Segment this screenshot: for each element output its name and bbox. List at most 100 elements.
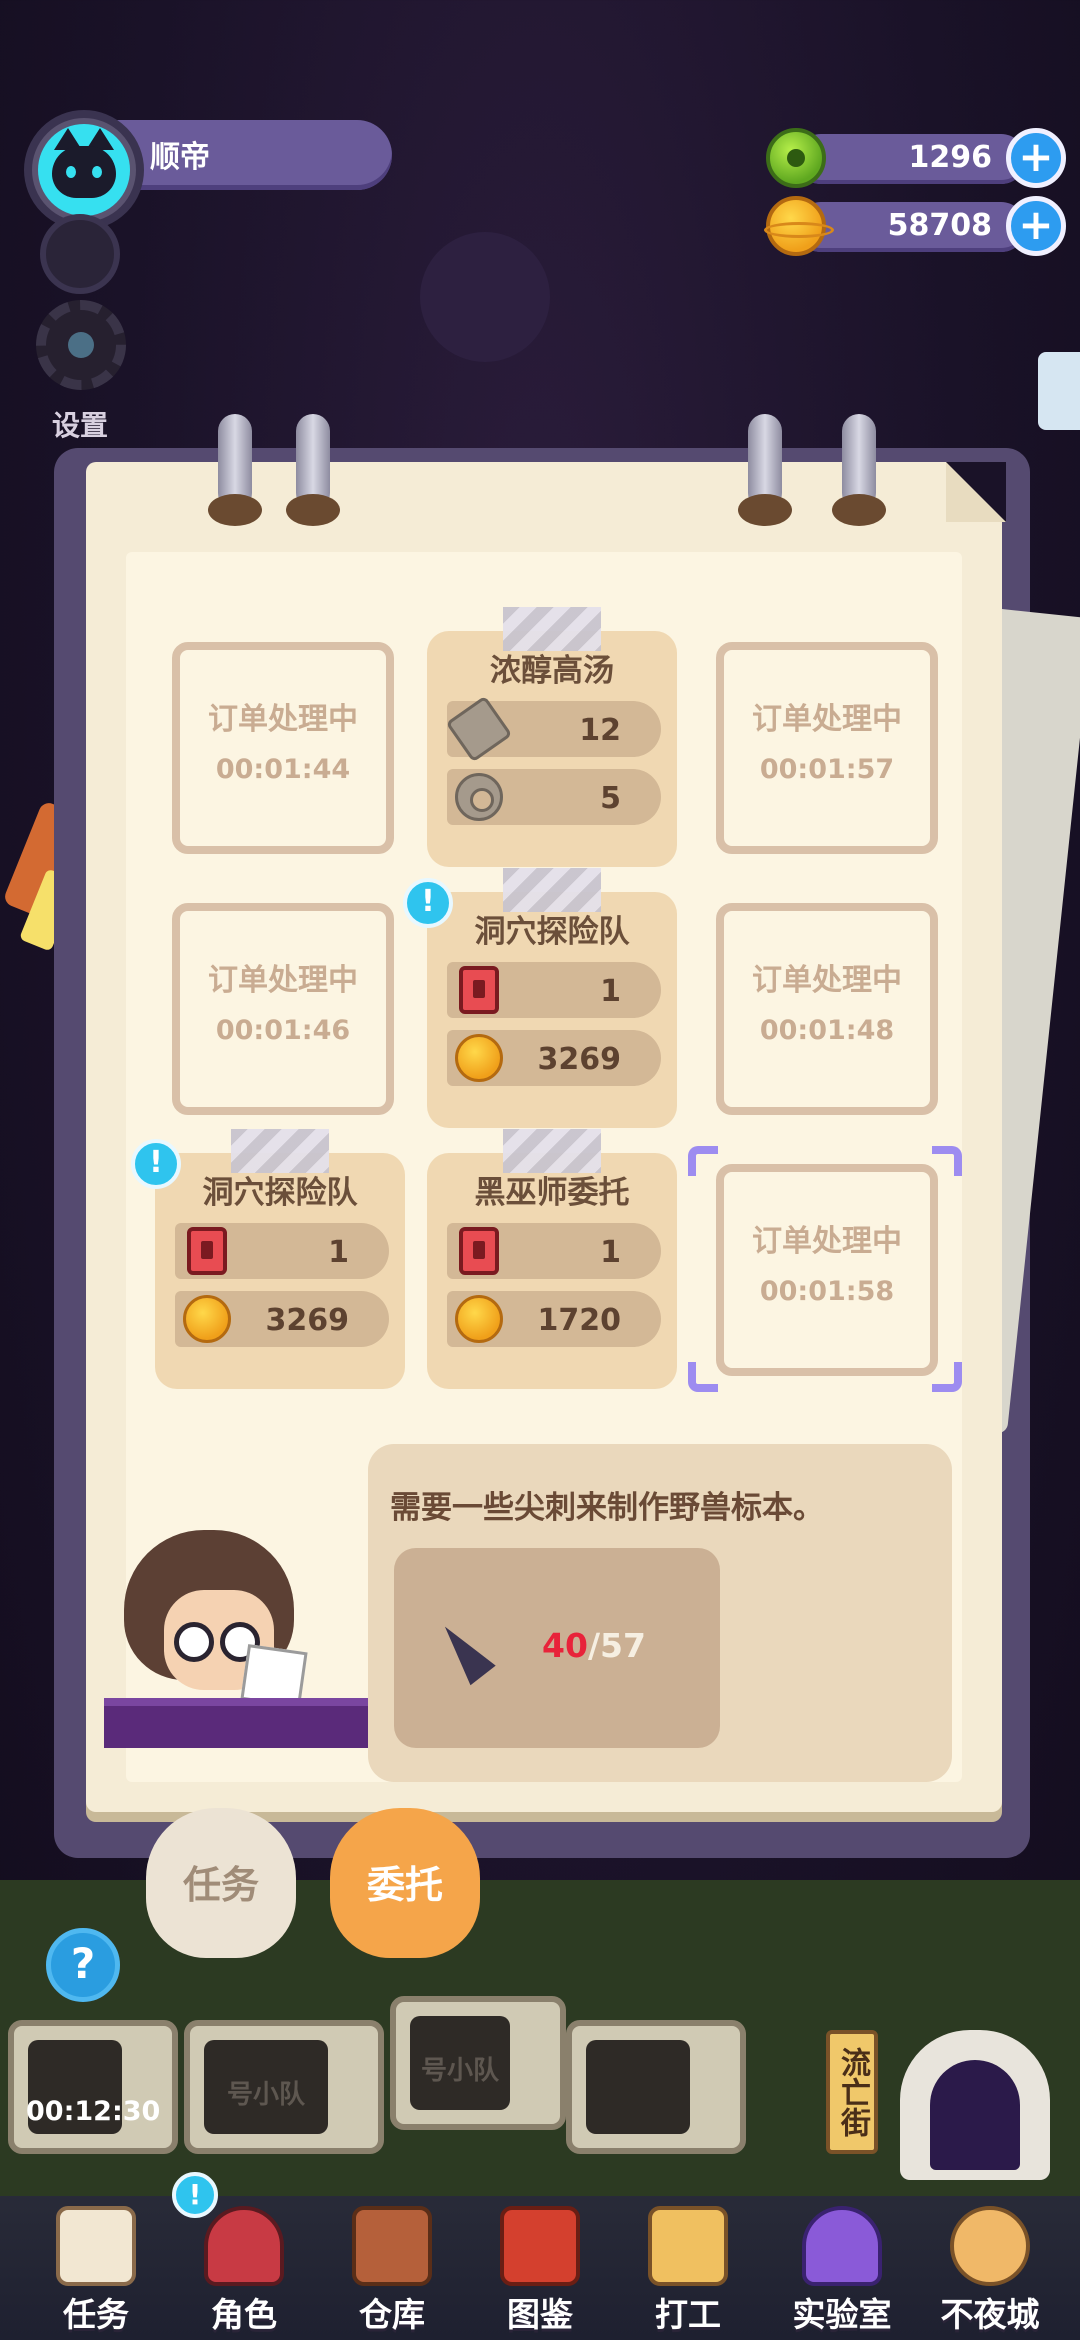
- pending-order-slot[interactable]: 订单处理中 00:01:57: [716, 642, 938, 854]
- team-slot-label: 号小队: [420, 2056, 499, 2086]
- order-title: 洞穴探险队: [474, 914, 630, 950]
- currency-gold: 58708 +: [764, 196, 1066, 256]
- gold-amount: 58708: [887, 208, 992, 243]
- help-button[interactable]: ?: [46, 1928, 120, 2002]
- work-icon: [648, 2206, 728, 2286]
- requirement-qty: 1720: [537, 1303, 622, 1338]
- binder-ring: [832, 414, 886, 526]
- order-title: 黑巫师委托: [474, 1175, 630, 1211]
- pending-timer: 00:01:46: [215, 1015, 351, 1046]
- lab-icon: [802, 2206, 882, 2286]
- currency-gear-token: 1296 +: [766, 128, 1066, 188]
- item-progress: 40/57: [542, 1626, 646, 1665]
- requirement-row: 12: [445, 695, 661, 763]
- order-card[interactable]: 黑巫师委托 1 1720: [427, 1129, 677, 1389]
- settings-label: 设置: [52, 409, 109, 442]
- requirement-row: 1720: [447, 1291, 661, 1347]
- red-card-icon: [459, 1227, 499, 1275]
- task-icon: [56, 2206, 136, 2286]
- portal-gate[interactable]: [900, 2030, 1050, 2180]
- role-icon: [204, 2206, 284, 2286]
- pending-order-slot[interactable]: 订单处理中 00:01:44: [172, 642, 394, 854]
- gold-coin-icon: [764, 196, 834, 256]
- nav-city[interactable]: 不夜城: [920, 2196, 1060, 2340]
- nut-icon: [455, 773, 503, 821]
- team-monitor[interactable]: 号小队: [390, 1996, 566, 2130]
- requirement-row: 3269: [447, 1030, 661, 1086]
- requirement-qty: 12: [579, 713, 621, 748]
- pending-label: 订单处理中: [208, 702, 358, 737]
- role-alert-icon: !: [172, 2172, 218, 2218]
- red-card-icon: [459, 966, 499, 1014]
- side-clip-decoration: [1038, 352, 1080, 430]
- bolt-icon: [445, 695, 513, 763]
- order-title: 洞穴探险队: [202, 1175, 358, 1211]
- gold-coin-icon: [455, 1295, 503, 1343]
- selection-corner: [688, 1362, 718, 1392]
- requirement-row: 3269: [175, 1291, 389, 1347]
- team-monitor[interactable]: [8, 2020, 178, 2154]
- nav-work[interactable]: 打工: [618, 2196, 758, 2340]
- requirement-qty: 1: [600, 1235, 621, 1270]
- bottom-nav: 任务 角色 仓库 图鉴 打工 实验室 不夜城: [0, 2196, 1080, 2340]
- pending-timer: 00:01:44: [215, 754, 351, 785]
- add-gear-token-button[interactable]: +: [1006, 128, 1066, 188]
- warehouse-icon: [352, 2206, 432, 2286]
- request-bubble: 需要一些尖刺来制作野兽标本。 40/57: [368, 1444, 952, 1782]
- order-card[interactable]: 浓醇高汤 12 5: [427, 607, 677, 867]
- background-orb: [420, 232, 550, 362]
- pending-timer: 00:01:48: [759, 1015, 895, 1046]
- requirement-qty: 1: [600, 974, 621, 1009]
- selection-corner: [688, 1146, 718, 1176]
- pending-label: 订单处理中: [752, 1224, 902, 1259]
- player-profile[interactable]: 顺帝: [24, 110, 392, 230]
- player-name: 顺帝: [150, 140, 210, 175]
- team-timer: 00:12:30: [26, 2096, 161, 2127]
- pending-order-slot[interactable]: 订单处理中 00:01:46: [172, 903, 394, 1115]
- city-icon: [950, 2206, 1030, 2286]
- order-card[interactable]: ! 洞穴探险队 1 3269: [403, 868, 677, 1128]
- requirement-row: 1: [447, 962, 661, 1018]
- requirement-qty: 3269: [537, 1042, 622, 1077]
- binder-ring: [286, 414, 340, 526]
- spike-icon: [432, 1616, 496, 1686]
- item-have-count: 40: [542, 1626, 588, 1665]
- locked-monitor[interactable]: [566, 2020, 746, 2154]
- binder-ring: [738, 414, 792, 526]
- pending-order-slot[interactable]: 订单处理中 00:01:48: [716, 903, 938, 1115]
- page-fold-corner: [946, 462, 1006, 522]
- add-gold-button[interactable]: +: [1006, 196, 1066, 256]
- selection-corner: [932, 1362, 962, 1392]
- item-need-count: 57: [600, 1626, 646, 1665]
- settings-gear-icon[interactable]: [36, 300, 126, 390]
- pending-label: 订单处理中: [752, 963, 902, 998]
- nav-lab[interactable]: 实验室: [772, 2196, 912, 2340]
- gold-coin-icon: [455, 1034, 503, 1082]
- pending-timer: 00:01:58: [759, 1276, 895, 1307]
- pending-order-slot-selected[interactable]: 订单处理中 00:01:58: [716, 1164, 938, 1376]
- nav-warehouse[interactable]: 仓库: [322, 2196, 462, 2340]
- nav-book[interactable]: 图鉴: [470, 2196, 610, 2340]
- requirement-row: 1: [175, 1223, 389, 1279]
- requirement-qty: 3269: [265, 1303, 350, 1338]
- street-sign[interactable]: 流亡街: [826, 2030, 878, 2154]
- avatar-frame[interactable]: [24, 110, 144, 230]
- requirement-qty: 5: [600, 781, 621, 816]
- expand-arrow-button[interactable]: [40, 214, 120, 294]
- pending-timer: 00:01:57: [759, 754, 895, 785]
- book-icon: [500, 2206, 580, 2286]
- nav-task[interactable]: 任务: [26, 2196, 166, 2340]
- required-item-slot[interactable]: 40/57: [394, 1548, 720, 1748]
- professor-character: [104, 1530, 372, 1750]
- team-monitor[interactable]: 号小队: [184, 2020, 384, 2154]
- order-card[interactable]: ! 洞穴探险队 1 3269: [131, 1129, 405, 1389]
- requirement-row: 5: [447, 769, 661, 825]
- order-title: 浓醇高汤: [490, 653, 614, 689]
- pending-label: 订单处理中: [208, 963, 358, 998]
- selection-corner: [932, 1146, 962, 1176]
- tab-task[interactable]: 任务: [146, 1808, 296, 1958]
- tab-commission[interactable]: 委托: [330, 1808, 480, 1958]
- cat-avatar-icon: [38, 124, 130, 216]
- requirement-qty: 1: [328, 1235, 349, 1270]
- binder-ring: [208, 414, 262, 526]
